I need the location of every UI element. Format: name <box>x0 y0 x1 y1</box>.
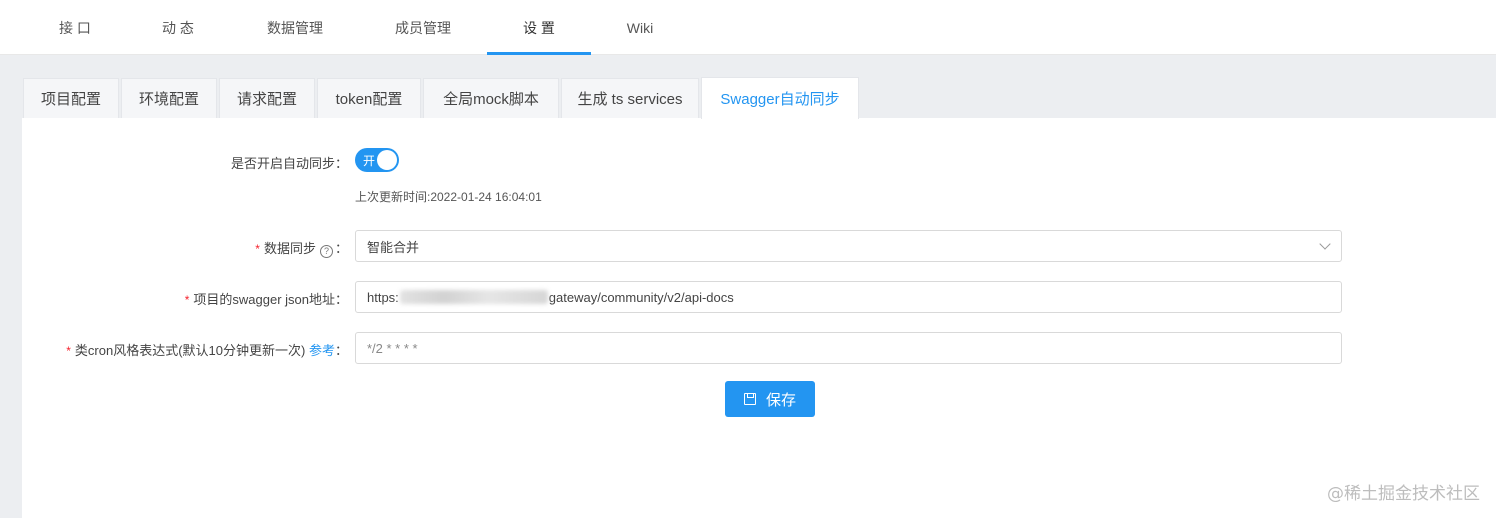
settings-tabbar: 项目配置 环境配置 请求配置 token配置 全局mock脚本 生成 ts se… <box>22 76 1496 119</box>
nav-item-data-management[interactable]: 数据管理 <box>258 0 332 55</box>
watermark: @稀土掘金技术社区 <box>1327 484 1480 504</box>
cron-expression-value: */2 * * * * <box>367 340 418 356</box>
tab-token-config[interactable]: token配置 <box>317 78 421 118</box>
nav-item-activity[interactable]: 动 态 <box>145 0 211 55</box>
tab-generate-ts-services[interactable]: 生成 ts services <box>561 78 699 118</box>
save-icon <box>743 393 756 405</box>
save-button[interactable]: 保存 <box>725 381 815 417</box>
tab-env-config[interactable]: 环境配置 <box>121 78 217 118</box>
swagger-url-prefix: https: <box>367 289 399 305</box>
label-colon: ： <box>334 241 348 256</box>
top-nav: 接 口 动 态 数据管理 成员管理 设 置 Wiki <box>0 0 1496 55</box>
cron-reference-link[interactable]: 参考 <box>309 343 335 358</box>
swagger-url-label: 项目的swagger json地址： <box>193 292 348 307</box>
last-update-time: 上次更新时间:2022-01-24 16:04:01 <box>355 190 542 204</box>
settings-panel: 项目配置 环境配置 请求配置 token配置 全局mock脚本 生成 ts se… <box>22 76 1496 518</box>
tab-global-mock-script[interactable]: 全局mock脚本 <box>423 78 559 118</box>
tab-project-config[interactable]: 项目配置 <box>23 78 119 118</box>
data-sync-selected-value: 智能合并 <box>367 239 420 255</box>
switch-knob <box>377 150 397 170</box>
required-mark: * <box>66 344 71 358</box>
save-button-label: 保存 <box>765 391 796 409</box>
cron-expression-input[interactable]: */2 * * * * <box>355 332 1342 364</box>
question-circle-icon[interactable]: ? <box>319 245 333 258</box>
nav-item-settings[interactable]: 设 置 <box>487 0 591 55</box>
auto-sync-switch[interactable]: 开 <box>355 148 399 172</box>
data-sync-label-wrap: * 数据同步?： <box>255 238 348 258</box>
swagger-url-input[interactable]: https: gateway/community/v2/api-docs <box>355 281 1342 313</box>
nav-item-wiki[interactable]: Wiki <box>610 0 670 55</box>
data-sync-select[interactable]: 智能合并 <box>355 230 1342 262</box>
data-sync-label: 数据同步 <box>263 241 316 256</box>
redacted-host <box>399 290 548 304</box>
nav-item-member-management[interactable]: 成员管理 <box>385 0 461 55</box>
required-mark: * <box>184 293 190 307</box>
label-colon: ： <box>334 343 348 358</box>
auto-sync-label: 是否开启自动同步： <box>230 156 348 171</box>
tab-request-config[interactable]: 请求配置 <box>219 78 315 118</box>
tab-swagger-auto-sync[interactable]: Swagger自动同步 <box>701 77 859 119</box>
nav-item-interfaces[interactable]: 接 口 <box>42 0 108 55</box>
nav-active-indicator <box>487 52 591 55</box>
swagger-url-label-wrap: * 项目的swagger json地址： <box>185 289 348 308</box>
switch-on-text: 开 <box>363 154 376 168</box>
required-mark: * <box>255 242 260 256</box>
swagger-url-suffix: gateway/community/v2/api-docs <box>548 289 734 305</box>
cron-label-wrap: * 类cron风格表达式(默认10分钟更新一次) 参考： <box>66 340 348 359</box>
cron-label: 类cron风格表达式(默认10分钟更新一次) <box>74 343 306 358</box>
chevron-down-icon <box>1319 238 1331 250</box>
